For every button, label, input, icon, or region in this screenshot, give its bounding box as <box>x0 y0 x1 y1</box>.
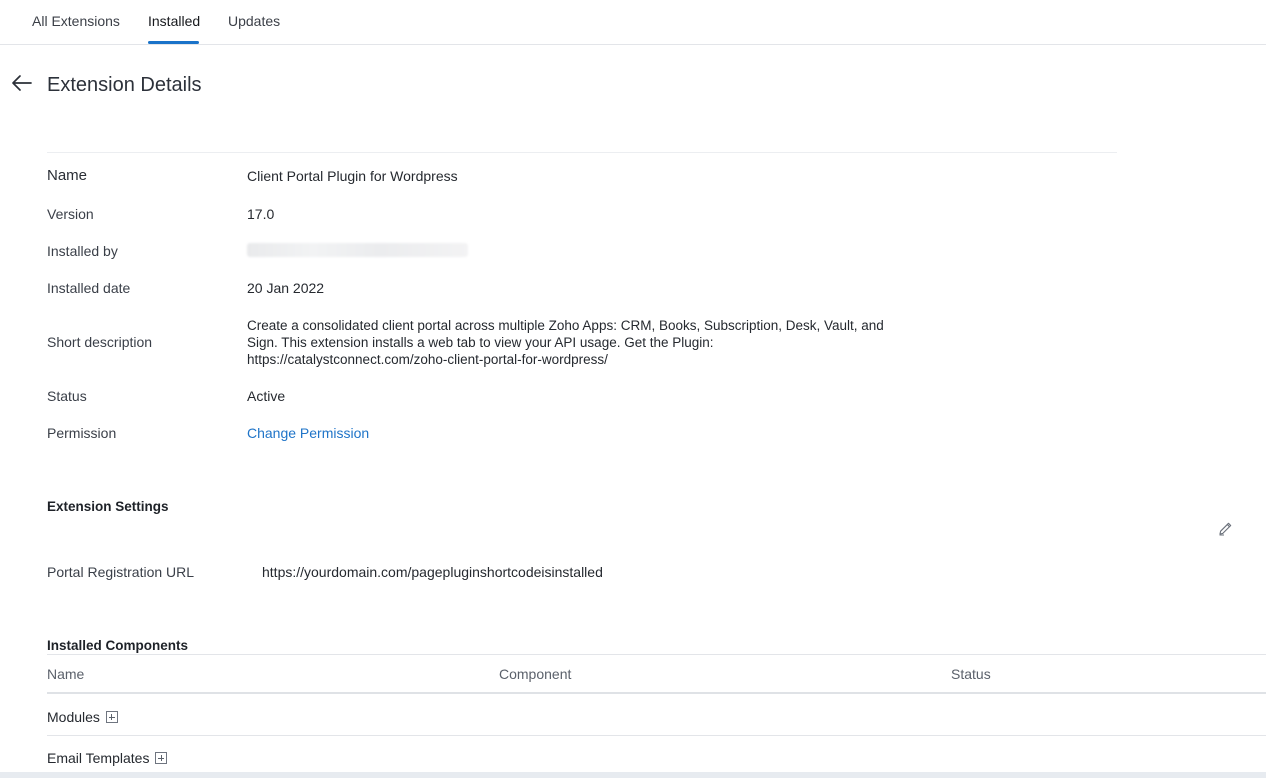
version-value: 17.0 <box>247 206 275 222</box>
column-header-name: Name <box>47 666 85 682</box>
portal-registration-url-value: https://yourdomain.com/pagepluginshortco… <box>262 564 603 580</box>
version-label: Version <box>47 206 94 222</box>
installed-components-title: Installed Components <box>47 638 189 653</box>
plus-square-icon[interactable] <box>155 752 168 764</box>
arrow-left-icon[interactable] <box>11 73 33 93</box>
table-top-border <box>47 654 1266 655</box>
pencil-icon[interactable] <box>1218 521 1233 536</box>
name-value: Client Portal Plugin for Wordpress <box>247 168 458 184</box>
tab-installed[interactable]: Installed <box>148 13 200 29</box>
row-divider <box>47 735 1266 736</box>
table-header-border <box>47 692 1266 694</box>
divider <box>47 152 1117 153</box>
short-description-value: Create a consolidated client portal acro… <box>247 318 884 367</box>
column-header-component: Component <box>499 666 572 682</box>
tab-all-extensions[interactable]: All Extensions <box>32 13 120 29</box>
active-tab-indicator <box>148 41 199 44</box>
page-title: Extension Details <box>47 74 202 96</box>
permission-label: Permission <box>47 425 117 441</box>
top-tabs-bar: All Extensions Installed Updates <box>0 0 1266 45</box>
short-description-label: Short description <box>47 334 153 350</box>
change-permission-link[interactable]: Change Permission <box>247 425 369 441</box>
installed-by-value-redacted <box>247 243 468 257</box>
installed-date-value: 20 Jan 2022 <box>247 280 325 296</box>
plus-square-icon[interactable] <box>105 711 118 723</box>
bottom-scroll-strip <box>0 772 1266 778</box>
extension-settings-title: Extension Settings <box>47 499 169 514</box>
table-row: Email Templates <box>47 750 168 766</box>
installed-by-label: Installed by <box>47 243 118 259</box>
portal-registration-url-label: Portal Registration URL <box>47 564 195 580</box>
table-row: Modules <box>47 709 118 725</box>
installed-date-label: Installed date <box>47 280 131 296</box>
tab-updates[interactable]: Updates <box>228 13 280 29</box>
status-value: Active <box>247 388 286 404</box>
name-label: Name <box>47 167 88 184</box>
column-header-status: Status <box>951 666 991 682</box>
status-label: Status <box>47 388 87 404</box>
row-label-modules: Modules <box>47 709 100 725</box>
row-label-email-templates: Email Templates <box>47 750 150 766</box>
